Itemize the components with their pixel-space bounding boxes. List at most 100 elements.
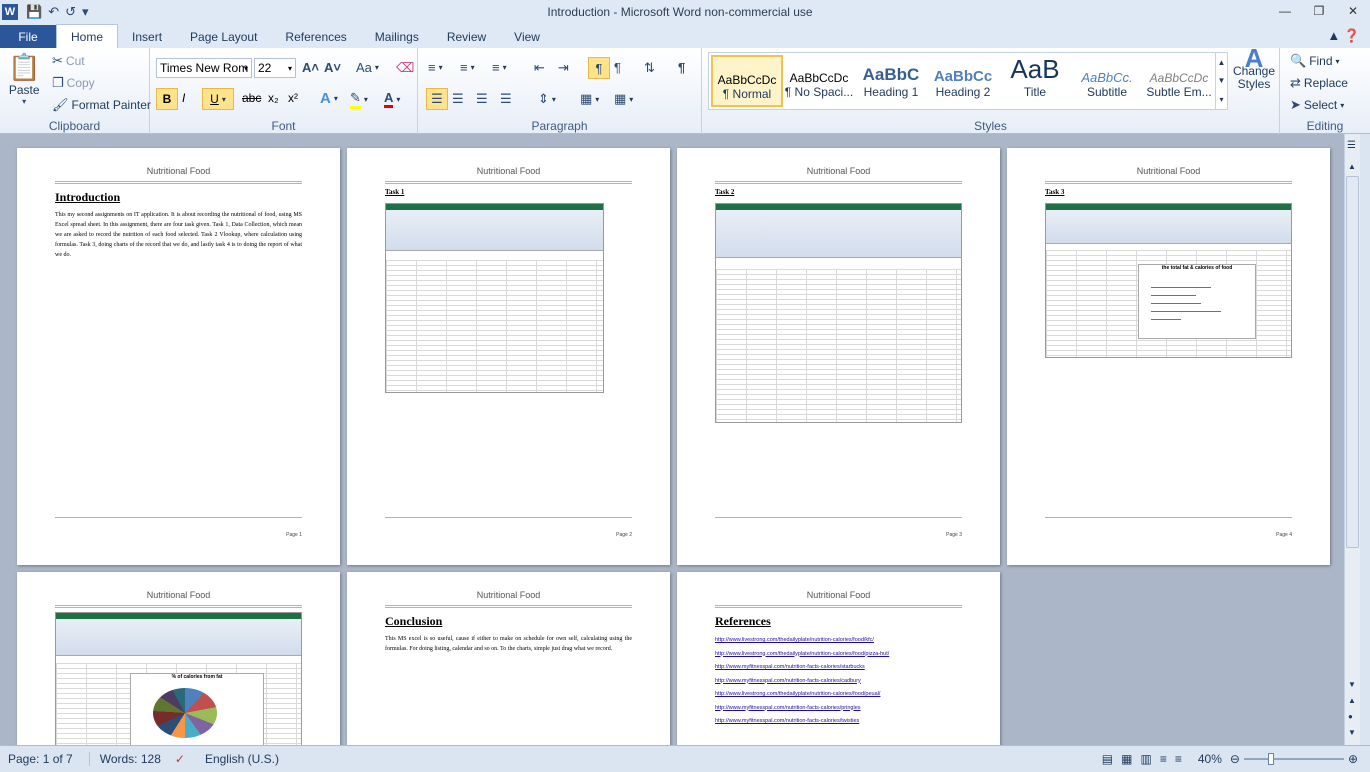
zoom-level[interactable]: 40%	[1198, 752, 1222, 766]
paste-button[interactable]: 📋 Paste ▾	[8, 52, 40, 106]
underline-button[interactable]: U ▾	[202, 88, 234, 110]
font-size-box[interactable]: 22 ▾	[254, 58, 296, 78]
help-icon[interactable]: ▲ ❓	[1327, 28, 1360, 44]
shading-button[interactable]: ▦ ▾	[580, 91, 599, 107]
sort-button[interactable]: ⇅	[644, 60, 655, 76]
tab-file[interactable]: File	[0, 25, 56, 48]
print-layout-icon[interactable]: ▤	[1102, 752, 1113, 766]
clear-formatting-button[interactable]: ⌫	[396, 60, 414, 76]
format-painter-button[interactable]: 🖌 Format Painter	[52, 97, 151, 113]
page-6[interactable]: Nutritional Food Conclusion This MS exce…	[347, 572, 670, 745]
save-icon[interactable]: 💾	[26, 4, 42, 20]
align-right-button[interactable]: ☰	[476, 91, 488, 107]
zoom-slider[interactable]	[1243, 753, 1344, 765]
vertical-scrollbar[interactable]: ☰ ▲ ▼ ▲ ● ▼	[1344, 134, 1360, 745]
customize-icon[interactable]: ▾	[82, 4, 89, 20]
word-count[interactable]: Words: 128	[88, 752, 161, 766]
show-formatting-button[interactable]: ¶	[678, 60, 685, 75]
font-name-box[interactable]: Times New Rom ▾	[156, 58, 252, 78]
numbering-button[interactable]: ≡ ▾	[460, 60, 475, 75]
browse-object-icon[interactable]: ●	[1348, 712, 1353, 721]
cut-button[interactable]: ✂ Cut	[52, 53, 85, 69]
language[interactable]: English (U.S.)	[205, 752, 279, 766]
page-5[interactable]: Nutritional Food % of calories from fat	[17, 572, 340, 745]
increase-indent-button[interactable]: ⇥	[558, 60, 569, 76]
zoom-out-icon[interactable]: ⊖	[1230, 752, 1240, 766]
style-heading-2[interactable]: AaBbCc Heading 2	[927, 55, 999, 107]
chevron-down-icon[interactable]: ▾	[288, 64, 292, 73]
ruler-toggle-icon[interactable]: ☰	[1347, 140, 1356, 151]
grow-font-button[interactable]: A˄	[302, 60, 319, 75]
tab-home[interactable]: Home	[56, 24, 119, 48]
tab-mailings[interactable]: Mailings	[361, 26, 433, 48]
tab-review[interactable]: Review	[433, 26, 500, 48]
redo-icon[interactable]: ↺	[65, 4, 76, 20]
tab-view[interactable]: View	[500, 26, 554, 48]
scroll-down-icon[interactable]: ▼	[1348, 680, 1356, 689]
scroll-down-icon[interactable]: ▼	[1218, 76, 1226, 85]
highlight-button[interactable]: ✎ ▾	[350, 90, 368, 109]
more-styles-icon[interactable]: ▾	[1219, 95, 1223, 104]
tab-insert[interactable]: Insert	[118, 26, 176, 48]
bold-button[interactable]: B	[156, 88, 178, 110]
zoom-in-icon[interactable]: ⊕	[1348, 752, 1358, 766]
select-button[interactable]: ➤ Select ▾	[1290, 97, 1344, 113]
borders-button[interactable]: ▦ ▾	[614, 91, 633, 107]
align-left-button[interactable]: ☰	[426, 88, 448, 110]
style-subtitle[interactable]: AaBbCc. Subtitle	[1071, 55, 1143, 107]
word-app-icon[interactable]: W	[2, 4, 18, 20]
scroll-up-icon[interactable]: ▲	[1218, 58, 1226, 67]
ltr-button[interactable]: ¶	[588, 57, 610, 79]
font-color-button[interactable]: A ▾	[384, 90, 400, 108]
reference-link[interactable]: http://www.livestrong.com/thedailyplate/…	[715, 634, 889, 648]
web-layout-icon[interactable]: ▥	[1140, 752, 1151, 766]
scroll-thumb[interactable]	[1346, 176, 1359, 548]
next-page-icon[interactable]: ▼	[1348, 728, 1356, 737]
page-count[interactable]: Page: 1 of 7	[8, 752, 73, 766]
reference-link[interactable]: http://www.livestrong.com/thedailyplate/…	[715, 688, 889, 702]
change-case-button[interactable]: Aa ▾	[356, 60, 379, 75]
italic-button[interactable]: I	[182, 91, 185, 105]
style-normal[interactable]: AaBbCcDc ¶ Normal	[711, 55, 783, 107]
proofing-icon[interactable]: ✓	[175, 752, 185, 766]
reference-link[interactable]: http://www.myfitnesspal.com/nutrition-fa…	[715, 702, 889, 716]
reference-link[interactable]: http://www.livestrong.com/thedailyplate/…	[715, 648, 889, 662]
rtl-button[interactable]: ¶	[614, 60, 621, 75]
zoom-slider-thumb[interactable]	[1267, 753, 1274, 765]
reference-link[interactable]: http://www.myfitnesspal.com/nutrition-fa…	[715, 661, 889, 675]
decrease-indent-button[interactable]: ⇤	[534, 60, 545, 76]
page-1[interactable]: Nutritional Food Introduction This my se…	[17, 148, 340, 565]
style-no-spacing[interactable]: AaBbCcDc ¶ No Spaci...	[783, 55, 855, 107]
page-7[interactable]: Nutritional Food References http://www.l…	[677, 572, 1000, 745]
document-area[interactable]: Nutritional Food Introduction This my se…	[0, 134, 1344, 745]
text-effects-button[interactable]: A ▾	[320, 90, 338, 107]
find-button[interactable]: 🔍 Find ▾	[1290, 53, 1340, 69]
page-2[interactable]: Nutritional Food Task 1 Page 2	[347, 148, 670, 565]
replace-button[interactable]: ⇄ Replace	[1290, 75, 1348, 91]
multilevel-list-button[interactable]: ≡ ▾	[492, 60, 507, 75]
minimize-icon[interactable]: —	[1268, 0, 1302, 22]
page-4[interactable]: Nutritional Food Task 3 the total fat & …	[1007, 148, 1330, 565]
tab-references[interactable]: References	[271, 26, 360, 48]
superscript-button[interactable]: x²	[288, 91, 298, 105]
change-styles-button[interactable]: A Change Styles	[1232, 45, 1276, 91]
style-subtle-emphasis[interactable]: AaBbCcDc Subtle Em...	[1143, 55, 1215, 107]
full-screen-reading-icon[interactable]: ▦	[1121, 752, 1132, 766]
chevron-down-icon[interactable]: ▾	[244, 64, 248, 73]
outline-icon[interactable]: ≡	[1160, 752, 1167, 766]
reference-link[interactable]: http://www.myfitnesspal.com/nutrition-fa…	[715, 675, 889, 689]
previous-page-icon[interactable]: ▲	[1348, 696, 1356, 705]
gallery-scroll[interactable]: ▲ ▼ ▾	[1215, 53, 1227, 109]
style-title[interactable]: AaB Title	[999, 55, 1071, 107]
undo-icon[interactable]: ↶	[48, 4, 59, 20]
draft-icon[interactable]: ≡	[1175, 752, 1182, 766]
line-spacing-button[interactable]: ⇕ ▾	[538, 91, 556, 107]
style-heading-1[interactable]: AaBbC Heading 1	[855, 55, 927, 107]
strikethrough-button[interactable]: abc	[242, 91, 261, 105]
reference-link[interactable]: http://www.myfitnesspal.com/nutrition-fa…	[715, 715, 889, 729]
tab-page-layout[interactable]: Page Layout	[176, 26, 271, 48]
shrink-font-button[interactable]: A˅	[324, 60, 341, 75]
close-icon[interactable]: ✕	[1336, 0, 1370, 22]
scroll-up-icon[interactable]: ▲	[1348, 162, 1356, 171]
subscript-button[interactable]: x₂	[268, 91, 279, 105]
